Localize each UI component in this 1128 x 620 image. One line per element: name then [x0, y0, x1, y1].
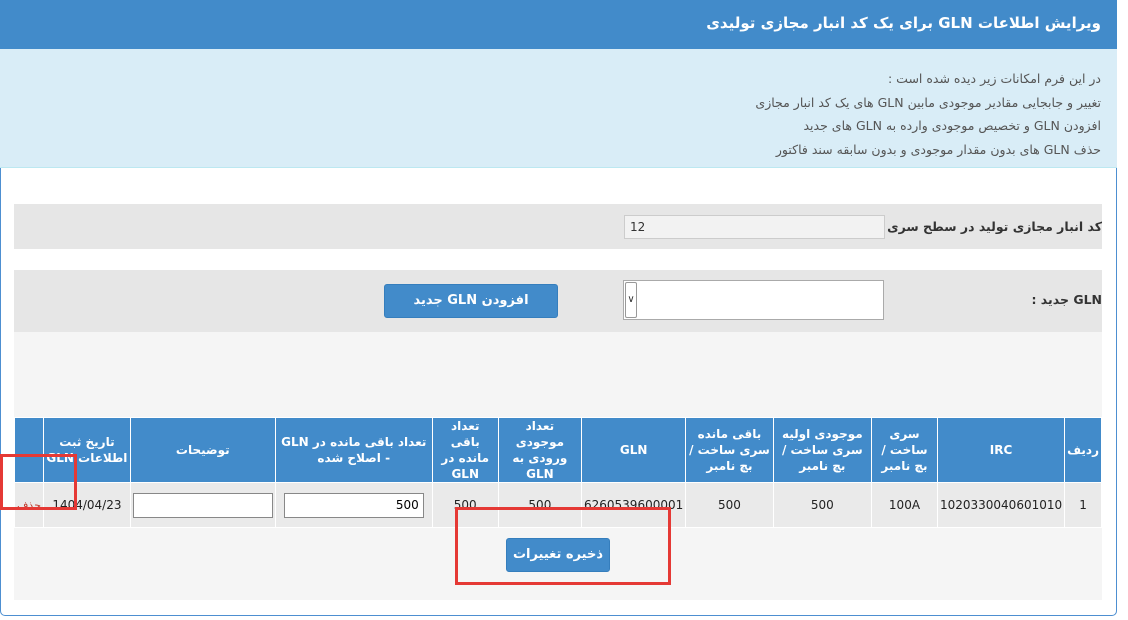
- description-input[interactable]: [132, 492, 273, 518]
- panel-header: ویرایش اطلاعات GLN برای یک کد انبار مجاز…: [0, 0, 1117, 49]
- cell-edit: [274, 482, 433, 528]
- page-title: ویرایش اطلاعات GLN برای یک کد انبار مجاز…: [706, 14, 1101, 32]
- edited-remaining-input[interactable]: [283, 492, 424, 518]
- chevron-down-icon[interactable]: ∨: [625, 282, 637, 318]
- warehouse-code-field: 12: [624, 215, 885, 239]
- info-line: در این فرم امکانات زیر دیده شده است :: [888, 71, 1101, 86]
- info-box: در این فرم امکانات زیر دیده شده است : تغ…: [0, 49, 1117, 168]
- add-gln-button[interactable]: افزودن GLN جدید: [384, 284, 558, 318]
- delete-highlight-box: [0, 454, 77, 510]
- new-gln-row: GLN جدید : ∨ افزودن GLN جدید: [14, 270, 1102, 332]
- col-header: تعداد باقی مانده در GLN - اصلاح شده: [274, 417, 433, 483]
- cell-batch: 100A: [871, 482, 938, 528]
- new-gln-select[interactable]: ∨: [623, 280, 884, 320]
- cell-remaining-batch: 500: [685, 482, 774, 528]
- col-header: توضیحات: [129, 417, 276, 483]
- col-header: باقی مانده سری ساخت / بچ نامبر: [685, 417, 774, 483]
- cell-initial: 500: [772, 482, 873, 528]
- info-line: حذف GLN های بدون مقدار موجودی و بدون ساب…: [775, 141, 1101, 157]
- warehouse-row: کد انبار مجازی تولید در سطح سری ساخت : 1…: [14, 204, 1102, 249]
- info-line: افزودن GLN و تخصیص موجودی وارده به GLN ه…: [803, 118, 1102, 133]
- cell-row: 1: [1064, 482, 1102, 528]
- col-header: تعداد باقی مانده در GLN: [431, 417, 499, 483]
- col-header: تعداد موجودی ورودی به GLN: [497, 417, 583, 483]
- cell-irc: 1020330040601010: [936, 482, 1066, 528]
- new-gln-label: GLN جدید :: [1031, 292, 1102, 307]
- col-header: IRC: [936, 417, 1066, 483]
- col-header: ردیف: [1064, 417, 1102, 483]
- col-header: موجودی اولیه سری ساخت / بچ نامبر: [772, 417, 873, 483]
- col-header: سری ساخت / بچ نامبر: [871, 417, 938, 483]
- save-highlight-box: [455, 507, 671, 585]
- cell-desc: [129, 482, 276, 528]
- col-header: GLN: [580, 417, 687, 483]
- info-line: تغییر و جابجایی مقادیر موجودی مابین GLN …: [755, 94, 1101, 110]
